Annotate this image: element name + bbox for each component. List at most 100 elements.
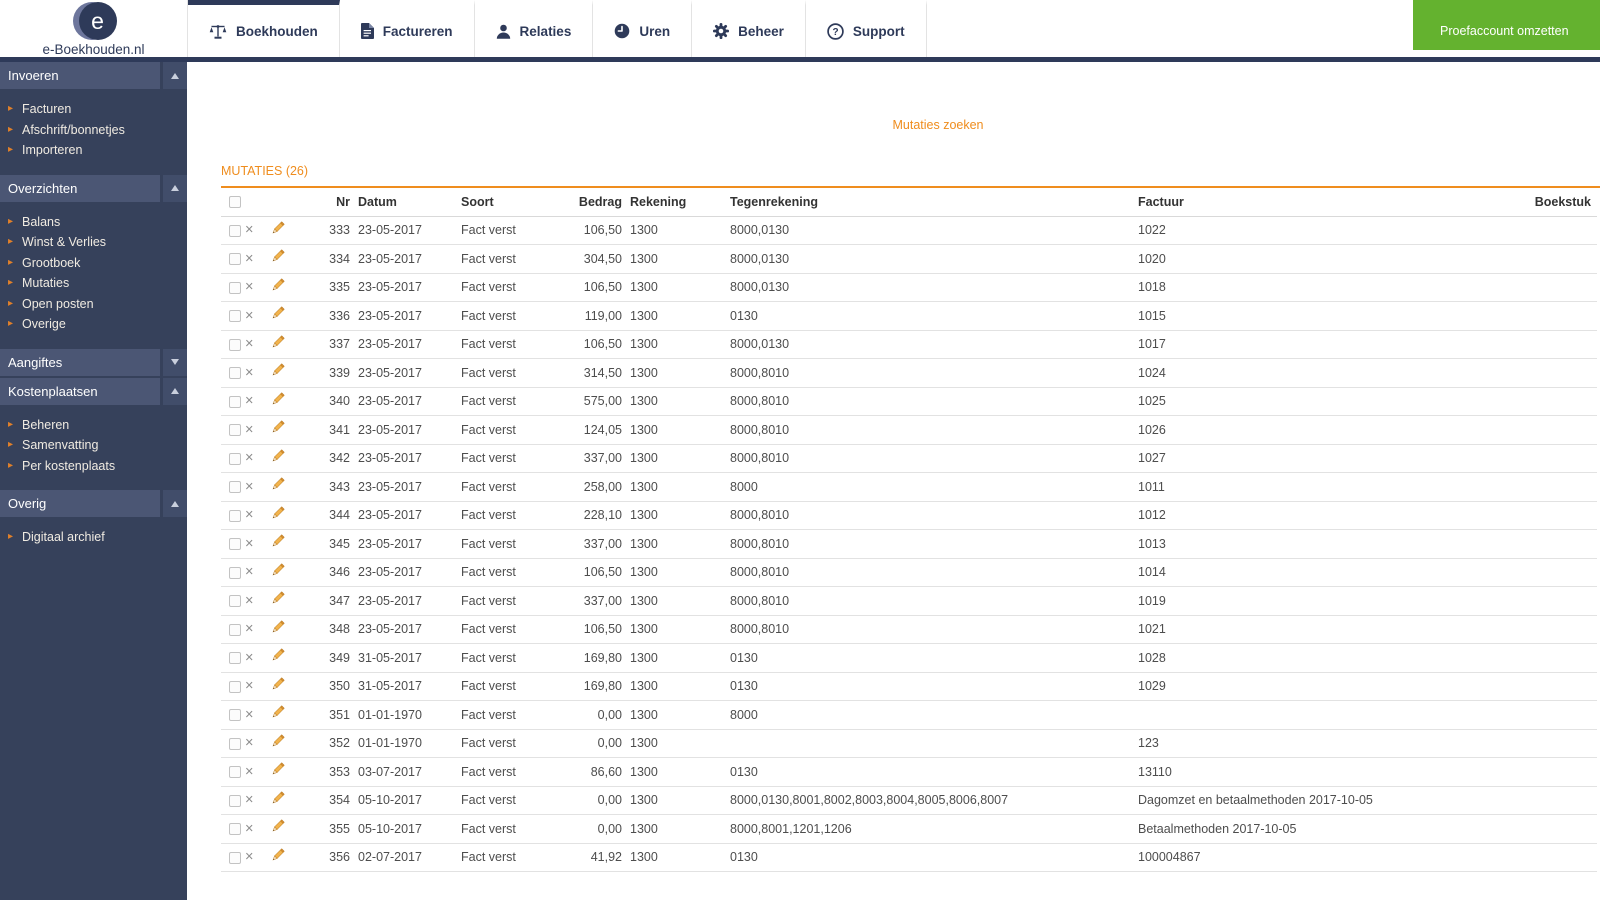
delete-row-icon[interactable]: × — [245, 336, 253, 352]
section-collapse-toggle[interactable] — [163, 377, 187, 405]
row-checkbox[interactable] — [229, 395, 241, 408]
row-checkbox[interactable] — [229, 424, 241, 437]
edit-pencil-icon[interactable] — [270, 363, 285, 381]
sidebar-item-grootboek[interactable]: ▸ Grootboek — [0, 253, 187, 274]
edit-pencil-icon[interactable] — [270, 306, 285, 324]
edit-pencil-icon[interactable] — [270, 534, 285, 552]
delete-row-icon[interactable]: × — [245, 621, 253, 637]
row-checkbox[interactable] — [229, 367, 241, 380]
sidebar-item-open-posten[interactable]: ▸ Open posten — [0, 294, 187, 315]
edit-pencil-icon[interactable] — [270, 249, 285, 267]
row-checkbox[interactable] — [229, 851, 241, 864]
sidebar-item-samenvatting[interactable]: ▸ Samenvatting — [0, 435, 187, 456]
delete-row-icon[interactable]: × — [245, 279, 253, 295]
select-all-checkbox[interactable] — [229, 196, 241, 209]
edit-pencil-icon[interactable] — [270, 420, 285, 438]
delete-row-icon[interactable]: × — [245, 365, 253, 381]
convert-trial-button[interactable]: Proefaccount omzetten — [1413, 0, 1600, 50]
delete-row-icon[interactable]: × — [245, 308, 253, 324]
row-checkbox[interactable] — [229, 794, 241, 807]
row-checkbox[interactable] — [229, 281, 241, 294]
delete-row-icon[interactable]: × — [245, 792, 253, 808]
delete-row-icon[interactable]: × — [245, 450, 253, 466]
edit-pencil-icon[interactable] — [270, 221, 285, 239]
row-checkbox[interactable] — [229, 709, 241, 722]
edit-pencil-icon[interactable] — [270, 848, 285, 866]
tab-beheer[interactable]: Beheer — [692, 0, 806, 57]
edit-pencil-icon[interactable] — [270, 392, 285, 410]
delete-row-icon[interactable]: × — [245, 564, 253, 580]
row-checkbox[interactable] — [229, 338, 241, 351]
row-checkbox[interactable] — [229, 452, 241, 465]
delete-row-icon[interactable]: × — [245, 507, 253, 523]
delete-row-icon[interactable]: × — [245, 222, 253, 238]
section-collapse-toggle[interactable] — [163, 348, 187, 376]
delete-row-icon[interactable]: × — [245, 849, 253, 865]
delete-row-icon[interactable]: × — [245, 422, 253, 438]
edit-pencil-icon[interactable] — [270, 762, 285, 780]
edit-pencil-icon[interactable] — [270, 335, 285, 353]
edit-pencil-icon[interactable] — [270, 563, 285, 581]
row-checkbox[interactable] — [229, 737, 241, 750]
row-checkbox[interactable] — [229, 595, 241, 608]
delete-row-icon[interactable]: × — [245, 536, 253, 552]
edit-pencil-icon[interactable] — [270, 705, 285, 723]
sidebar-section-header-invoeren[interactable]: Invoeren — [0, 62, 187, 89]
sidebar-item-afschrift-bonnetjes[interactable]: ▸ Afschrift/bonnetjes — [0, 120, 187, 141]
edit-pencil-icon[interactable] — [270, 506, 285, 524]
sidebar-item-per-kostenplaats[interactable]: ▸ Per kostenplaats — [0, 456, 187, 477]
row-checkbox[interactable] — [229, 253, 241, 266]
sidebar-item-facturen[interactable]: ▸ Facturen — [0, 99, 187, 120]
row-checkbox[interactable] — [229, 680, 241, 693]
section-collapse-toggle[interactable] — [163, 174, 187, 202]
delete-row-icon[interactable]: × — [245, 650, 253, 666]
edit-pencil-icon[interactable] — [270, 477, 285, 495]
mutaties-zoeken-link[interactable]: Mutaties zoeken — [892, 118, 983, 132]
row-checkbox[interactable] — [229, 823, 241, 836]
row-checkbox[interactable] — [229, 481, 241, 494]
row-checkbox[interactable] — [229, 766, 241, 779]
edit-pencil-icon[interactable] — [270, 278, 285, 296]
edit-pencil-icon[interactable] — [270, 620, 285, 638]
row-checkbox[interactable] — [229, 652, 241, 665]
sidebar-section-header-aangiftes[interactable]: Aangiftes — [0, 348, 187, 376]
sidebar-section-header-overig[interactable]: Overig — [0, 490, 187, 517]
sidebar-item-digitaal-archief[interactable]: ▸ Digitaal archief — [0, 527, 187, 548]
tab-boekhouden[interactable]: Boekhouden — [188, 0, 340, 57]
tab-support[interactable]: ? Support — [806, 0, 927, 57]
tab-uren[interactable]: Uren — [593, 0, 693, 57]
delete-row-icon[interactable]: × — [245, 764, 253, 780]
tab-factureren[interactable]: Factureren — [340, 0, 475, 57]
section-collapse-toggle[interactable] — [163, 62, 187, 89]
delete-row-icon[interactable]: × — [245, 735, 253, 751]
edit-pencil-icon[interactable] — [270, 677, 285, 695]
row-checkbox[interactable] — [229, 224, 241, 237]
delete-row-icon[interactable]: × — [245, 707, 253, 723]
sidebar-item-importeren[interactable]: ▸ Importeren — [0, 140, 187, 161]
sidebar-item-winst-verlies[interactable]: ▸ Winst & Verlies — [0, 232, 187, 253]
edit-pencil-icon[interactable] — [270, 449, 285, 467]
sidebar-item-beheren[interactable]: ▸ Beheren — [0, 415, 187, 436]
edit-pencil-icon[interactable] — [270, 591, 285, 609]
sidebar-item-balans[interactable]: ▸ Balans — [0, 212, 187, 233]
tab-relaties[interactable]: Relaties — [475, 0, 594, 57]
edit-pencil-icon[interactable] — [270, 791, 285, 809]
delete-row-icon[interactable]: × — [245, 821, 253, 837]
delete-row-icon[interactable]: × — [245, 393, 253, 409]
delete-row-icon[interactable]: × — [245, 251, 253, 267]
row-checkbox[interactable] — [229, 310, 241, 323]
row-checkbox[interactable] — [229, 623, 241, 636]
edit-pencil-icon[interactable] — [270, 819, 285, 837]
row-checkbox[interactable] — [229, 509, 241, 522]
edit-pencil-icon[interactable] — [270, 648, 285, 666]
sidebar-item-mutaties[interactable]: ▸ Mutaties — [0, 273, 187, 294]
row-checkbox[interactable] — [229, 538, 241, 551]
row-checkbox[interactable] — [229, 566, 241, 579]
delete-row-icon[interactable]: × — [245, 678, 253, 694]
edit-pencil-icon[interactable] — [270, 734, 285, 752]
delete-row-icon[interactable]: × — [245, 479, 253, 495]
sidebar-section-header-kostenplaatsen[interactable]: Kostenplaatsen — [0, 377, 187, 405]
sidebar-section-header-overzichten[interactable]: Overzichten — [0, 174, 187, 202]
delete-row-icon[interactable]: × — [245, 593, 253, 609]
sidebar-item-overige[interactable]: ▸ Overige — [0, 314, 187, 335]
